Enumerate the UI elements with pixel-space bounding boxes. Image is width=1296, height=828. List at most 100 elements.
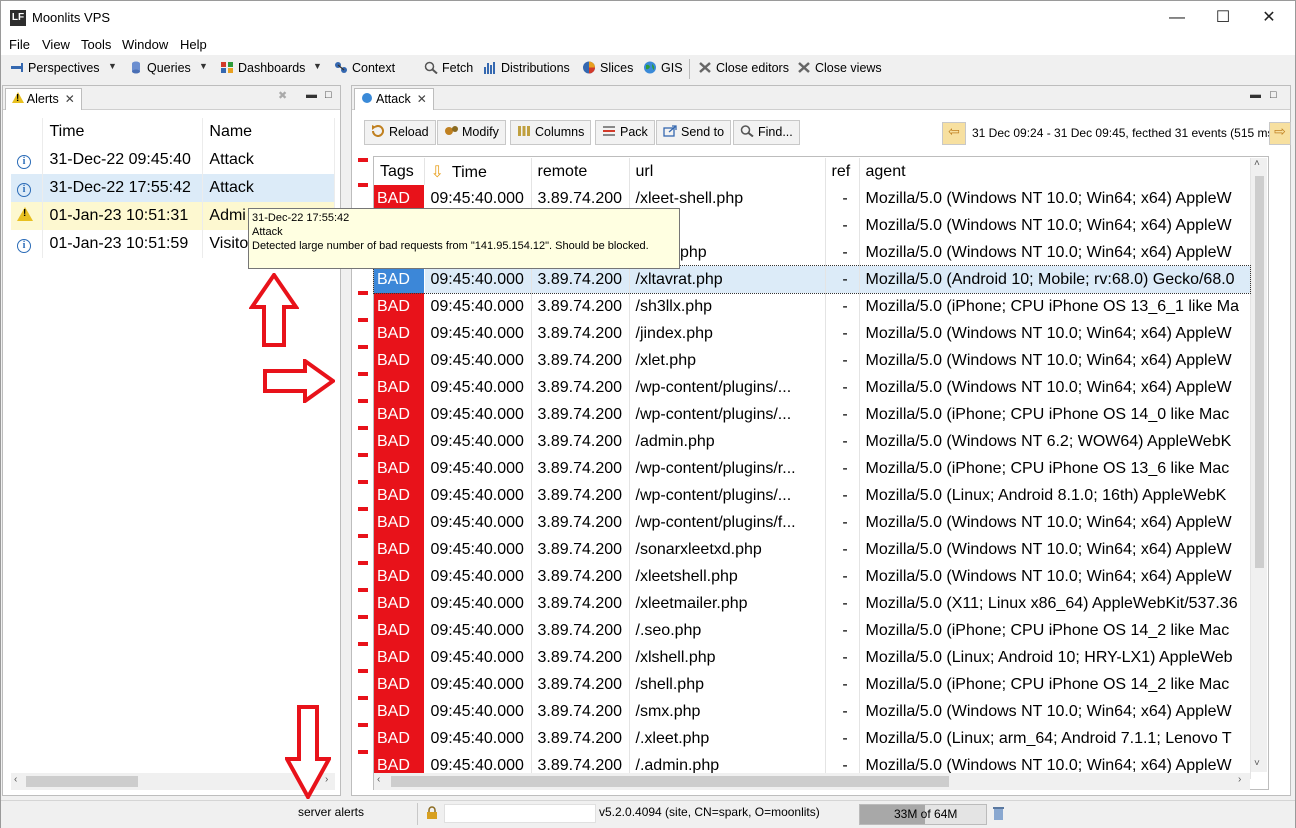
- menu-help[interactable]: Help: [180, 37, 207, 52]
- col-time[interactable]: ⇩ Time: [424, 158, 532, 185]
- columns-button[interactable]: Columns: [510, 120, 592, 145]
- event-row[interactable]: BAD 09:45:40.000 3.89.74.200/xlet.php - Mozi…: [374, 347, 1251, 374]
- alert-row[interactable]: i 31-Dec-22 17:55:42 Attack: [11, 174, 335, 202]
- next-range-button[interactable]: ⇨: [1269, 122, 1291, 145]
- event-row[interactable]: BAD 09:45:40.000 3.89.74.200/admin.php - Moz…: [374, 428, 1251, 455]
- close-editors-label: Close editors: [716, 61, 789, 75]
- context-button[interactable]: Context: [334, 61, 395, 75]
- perspectives-button[interactable]: Perspectives: [10, 61, 100, 75]
- event-time: 09:45:40.000: [424, 428, 532, 455]
- minimize-button[interactable]: —: [1154, 1, 1200, 35]
- scroll-up-icon[interactable]: ˄: [1254, 158, 1260, 169]
- col-ref[interactable]: ref: [825, 158, 860, 185]
- attack-hscrollbar[interactable]: ‹ ›: [374, 773, 1250, 790]
- attack-vscroll-thumb[interactable]: [1255, 176, 1264, 568]
- close-views-label: Close views: [815, 61, 882, 75]
- alert-row[interactable]: i 31-Dec-22 09:45:40 Attack: [11, 146, 335, 174]
- clear-alerts-icon[interactable]: ✖: [278, 89, 287, 102]
- sort-descending-icon: ⇩: [430, 163, 444, 181]
- event-agent: Mozilla/5.0 (Windows NT 10.0; Win64; x64…: [859, 536, 1251, 563]
- close-editors-button[interactable]: Close editors: [698, 61, 789, 75]
- close-attack-tab-icon[interactable]: ✕: [417, 92, 427, 106]
- scroll-left-icon[interactable]: ‹: [377, 774, 380, 785]
- col-tags[interactable]: Tags: [374, 158, 425, 185]
- scroll-left-icon[interactable]: ‹: [14, 774, 17, 785]
- close-window-button[interactable]: ✕: [1246, 1, 1292, 35]
- col-agent[interactable]: agent: [859, 158, 1251, 185]
- event-row[interactable]: BAD 09:45:40.000 3.89.74.200/.xleet.php - Mo…: [374, 725, 1251, 752]
- slices-button[interactable]: Slices: [582, 61, 633, 75]
- event-ref: -: [825, 266, 860, 293]
- col-remote[interactable]: remote: [531, 158, 630, 185]
- alerts-hscroll-thumb[interactable]: [26, 776, 138, 787]
- dashboards-dropdown-icon[interactable]: ▼: [313, 61, 322, 71]
- event-row[interactable]: BAD 09:45:40.000 3.89.74.200/jindex.php - Mo…: [374, 320, 1251, 347]
- event-row[interactable]: BAD 09:45:40.000 3.89.74.200/wp-content/pl…: [374, 482, 1251, 509]
- maximize-view-icon[interactable]: □: [1270, 89, 1277, 101]
- perspectives-dropdown-icon[interactable]: ▼: [108, 61, 117, 71]
- event-row[interactable]: BAD 09:45:40.000 3.89.74.200/xleetmailer.p…: [374, 590, 1251, 617]
- perspectives-label: Perspectives: [28, 61, 100, 75]
- event-row[interactable]: BAD 09:45:40.000 3.89.74.200/wp-content/pl…: [374, 509, 1251, 536]
- previous-range-button[interactable]: ⇦: [942, 122, 966, 145]
- server-alerts-status[interactable]: server alerts: [298, 805, 364, 819]
- menu-window[interactable]: Window: [122, 37, 168, 52]
- event-row[interactable]: BAD 09:45:40.000 3.89.74.200/xlshell.php - M…: [374, 644, 1251, 671]
- event-row[interactable]: BAD 09:45:40.000 3.89.74.200/smx.php - Mozil…: [374, 698, 1251, 725]
- minimize-view-icon[interactable]: ▬: [1250, 89, 1261, 101]
- event-row[interactable]: BAD 09:45:40.000 3.89.74.200/.seo.php - Mozi…: [374, 617, 1251, 644]
- pack-button[interactable]: Pack: [595, 120, 655, 145]
- event-tag: BAD: [374, 455, 425, 482]
- close-views-button[interactable]: Close views: [797, 61, 882, 75]
- event-row[interactable]: BAD 09:45:40.000 3.89.74.200/sh3llx.php - Mo…: [374, 293, 1251, 320]
- distributions-button[interactable]: Distributions: [483, 61, 570, 75]
- event-agent: Mozilla/5.0 (X11; Linux x86_64) AppleWeb…: [859, 590, 1251, 617]
- event-remote: 3.89.74.200: [531, 698, 630, 725]
- gis-button[interactable]: GIS: [643, 61, 683, 75]
- attack-vscrollbar[interactable]: ˄ ˅: [1251, 158, 1267, 772]
- alerts-col-icon: [11, 118, 44, 146]
- event-row[interactable]: BAD 09:45:40.000 3.89.74.200/wp-content/pl…: [374, 401, 1251, 428]
- find-button[interactable]: Find...: [733, 120, 800, 145]
- event-row[interactable]: BAD 09:45:40.000 3.89.74.200/shell.php - Moz…: [374, 671, 1251, 698]
- send-to-button[interactable]: Send to: [656, 120, 732, 145]
- alerts-col-time[interactable]: Time: [42, 118, 204, 146]
- tab-attack[interactable]: Attack ✕: [354, 88, 434, 110]
- event-time: 09:45:40.000: [424, 401, 532, 428]
- alerts-col-name[interactable]: Name: [202, 118, 335, 146]
- toolbar-separator: [689, 59, 690, 79]
- menu-file[interactable]: File: [9, 37, 30, 52]
- reload-label: Reload: [389, 125, 429, 139]
- tab-alerts[interactable]: Alerts ✕: [5, 88, 82, 110]
- scroll-right-icon[interactable]: ›: [1238, 774, 1241, 785]
- menu-tools[interactable]: Tools: [81, 37, 111, 52]
- memory-indicator[interactable]: 33M of 64M: [859, 804, 987, 825]
- menu-view[interactable]: View: [42, 37, 70, 52]
- alert-time: 01-Jan-23 10:51:31: [42, 202, 204, 230]
- queries-dropdown-icon[interactable]: ▼: [199, 61, 208, 71]
- maximize-view-icon[interactable]: □: [325, 89, 332, 101]
- col-url[interactable]: url: [629, 158, 826, 185]
- event-agent: Mozilla/5.0 (iPhone; CPU iPhone OS 13_6_…: [859, 293, 1251, 320]
- row-marker: [358, 291, 368, 295]
- event-row[interactable]: BAD 09:45:40.000 3.89.74.200/wp-content/pl…: [374, 374, 1251, 401]
- event-row[interactable]: BAD 09:45:40.000 3.89.74.200/xleetshell.ph…: [374, 563, 1251, 590]
- attack-hscroll-thumb[interactable]: [391, 776, 949, 787]
- fetch-button[interactable]: Fetch: [424, 61, 473, 75]
- alerts-tab-label: Alerts: [26, 92, 59, 106]
- attack-tabbar: Attack ✕ ▬ □: [352, 86, 1290, 110]
- event-row[interactable]: BAD 09:45:40.000 3.89.74.200/wp-content/pl…: [374, 455, 1251, 482]
- scroll-down-icon[interactable]: ˅: [1254, 758, 1260, 769]
- dashboards-button[interactable]: Dashboards: [220, 61, 305, 75]
- event-row[interactable]: BAD 09:45:40.000 3.89.74.200/sonarxleetxd.…: [374, 536, 1251, 563]
- close-alerts-tab-icon[interactable]: ✕: [65, 92, 75, 106]
- queries-button[interactable]: Queries: [129, 61, 191, 75]
- event-row[interactable]: BAD 09:45:40.000 3.89.74.200/xltavrat.php -…: [373, 265, 1251, 294]
- maximize-button[interactable]: ☐: [1200, 1, 1246, 35]
- minimize-view-icon[interactable]: ▬: [306, 89, 317, 101]
- event-agent: Mozilla/5.0 (Android 10; Mobile; rv:68.0…: [859, 266, 1251, 293]
- modify-button[interactable]: Modify: [437, 120, 506, 145]
- reload-button[interactable]: Reload: [364, 120, 436, 145]
- event-time: 09:45:40.000: [424, 455, 532, 482]
- trash-gc-icon[interactable]: [992, 806, 1005, 821]
